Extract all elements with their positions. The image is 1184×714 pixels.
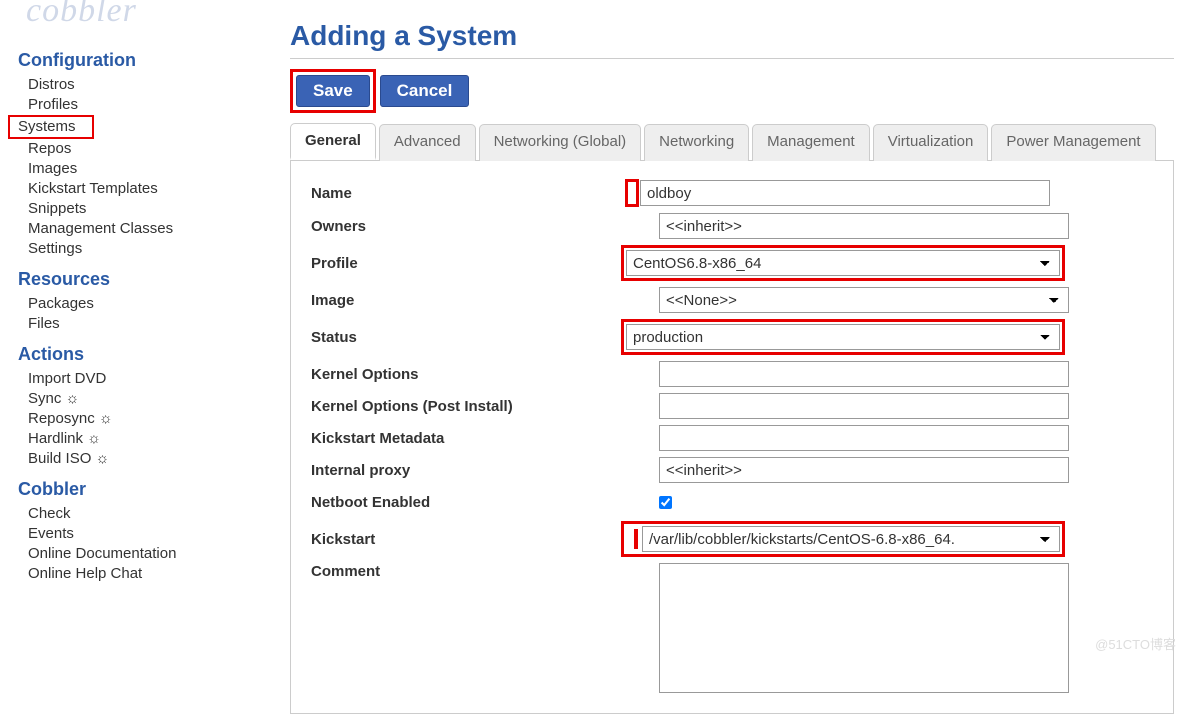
label-kernel-options-post: Kernel Options (Post Install) (309, 398, 659, 415)
select-status[interactable]: production (626, 324, 1060, 350)
label-kernel-options: Kernel Options (309, 366, 659, 383)
sidebar-item-online-documentation[interactable]: Online Documentation (18, 544, 268, 564)
highlight-save: Save (290, 69, 376, 113)
input-kickstart-metadata[interactable] (659, 425, 1069, 451)
tab-management[interactable]: Management (752, 124, 870, 161)
row-kernel-options-post: Kernel Options (Post Install) (309, 393, 1155, 419)
label-status: Status (309, 329, 659, 346)
sidebar-item-settings[interactable]: Settings (18, 239, 268, 259)
cobbler-logo: cobbler (26, 0, 137, 30)
highlight-status: production (621, 319, 1065, 355)
sidebar-item-snippets[interactable]: Snippets (18, 199, 268, 219)
main-content: Adding a System Save Cancel General Adva… (290, 20, 1184, 714)
sidebar-item-build-iso[interactable]: Build ISO ☼ (18, 449, 268, 469)
tab-power-management[interactable]: Power Management (991, 124, 1155, 161)
save-button[interactable]: Save (296, 75, 370, 107)
tab-networking[interactable]: Networking (644, 124, 749, 161)
sidebar-item-repos[interactable]: Repos (18, 139, 268, 159)
tab-virtualization[interactable]: Virtualization (873, 124, 989, 161)
label-kickstart: Kickstart (309, 531, 659, 548)
input-name[interactable] (640, 180, 1050, 206)
label-internal-proxy: Internal proxy (309, 462, 659, 479)
tab-advanced[interactable]: Advanced (379, 124, 476, 161)
label-owners: Owners (309, 218, 659, 235)
row-owners: Owners (309, 213, 1155, 239)
sidebar-item-packages[interactable]: Packages (18, 294, 268, 314)
highlight-systems: Systems (8, 115, 94, 139)
watermark: @51CTO博客 (1095, 634, 1176, 653)
sidebar: Configuration Distros Profiles Systems R… (18, 40, 268, 584)
sidebar-item-hardlink[interactable]: Hardlink ☼ (18, 429, 268, 449)
row-name: Name (309, 179, 1155, 207)
sidebar-item-profiles[interactable]: Profiles (18, 95, 268, 115)
checkbox-netboot-enabled[interactable] (659, 496, 672, 509)
select-image[interactable]: <<None>> (659, 287, 1069, 313)
sidebar-item-files[interactable]: Files (18, 314, 268, 334)
sidebar-head-resources: Resources (18, 269, 268, 290)
kickstart-marker-icon (634, 529, 638, 549)
title-divider (290, 58, 1174, 59)
highlight-name (625, 179, 639, 207)
row-comment: Comment (309, 563, 1155, 693)
sidebar-head-actions: Actions (18, 344, 268, 365)
sidebar-item-reposync[interactable]: Reposync ☼ (18, 409, 268, 429)
row-image: Image <<None>> (309, 287, 1155, 313)
page-title: Adding a System (290, 20, 1174, 52)
sidebar-item-import-dvd[interactable]: Import DVD (18, 369, 268, 389)
button-row: Save Cancel (290, 69, 1174, 113)
cancel-button[interactable]: Cancel (380, 75, 470, 107)
select-kickstart[interactable]: /var/lib/cobbler/kickstarts/CentOS-6.8-x… (642, 526, 1060, 552)
tab-bar: General Advanced Networking (Global) Net… (290, 123, 1174, 161)
label-kickstart-metadata: Kickstart Metadata (309, 430, 659, 447)
label-netboot-enabled: Netboot Enabled (309, 494, 659, 511)
input-kernel-options[interactable] (659, 361, 1069, 387)
sidebar-item-systems[interactable]: Systems (18, 117, 76, 137)
sidebar-item-online-help-chat[interactable]: Online Help Chat (18, 564, 268, 584)
label-image: Image (309, 292, 659, 309)
row-status: Status production (309, 319, 1155, 355)
tab-networking-global[interactable]: Networking (Global) (479, 124, 642, 161)
row-kernel-options: Kernel Options (309, 361, 1155, 387)
input-owners[interactable] (659, 213, 1069, 239)
input-kernel-options-post[interactable] (659, 393, 1069, 419)
sidebar-head-configuration: Configuration (18, 50, 268, 71)
sidebar-item-images[interactable]: Images (18, 159, 268, 179)
sidebar-item-events[interactable]: Events (18, 524, 268, 544)
sidebar-head-cobbler: Cobbler (18, 479, 268, 500)
sidebar-item-check[interactable]: Check (18, 504, 268, 524)
row-kickstart-metadata: Kickstart Metadata (309, 425, 1155, 451)
tab-general[interactable]: General (290, 123, 376, 160)
select-profile[interactable]: CentOS6.8-x86_64 (626, 250, 1060, 276)
form-panel: Name Owners Profile CentOS6.8-x86_64 Ima… (290, 161, 1174, 714)
textarea-comment[interactable] (659, 563, 1069, 693)
highlight-kickstart: /var/lib/cobbler/kickstarts/CentOS-6.8-x… (621, 521, 1065, 557)
label-comment: Comment (309, 563, 659, 580)
highlight-profile: CentOS6.8-x86_64 (621, 245, 1065, 281)
sidebar-item-distros[interactable]: Distros (18, 75, 268, 95)
row-kickstart: Kickstart /var/lib/cobbler/kickstarts/Ce… (309, 521, 1155, 557)
sidebar-item-sync[interactable]: Sync ☼ (18, 389, 268, 409)
row-profile: Profile CentOS6.8-x86_64 (309, 245, 1155, 281)
label-name: Name (309, 185, 659, 202)
sidebar-item-management-classes[interactable]: Management Classes (18, 219, 268, 239)
row-internal-proxy: Internal proxy (309, 457, 1155, 483)
sidebar-item-kickstart-templates[interactable]: Kickstart Templates (18, 179, 268, 199)
input-internal-proxy[interactable] (659, 457, 1069, 483)
row-netboot-enabled: Netboot Enabled (309, 489, 1155, 515)
label-profile: Profile (309, 255, 659, 272)
